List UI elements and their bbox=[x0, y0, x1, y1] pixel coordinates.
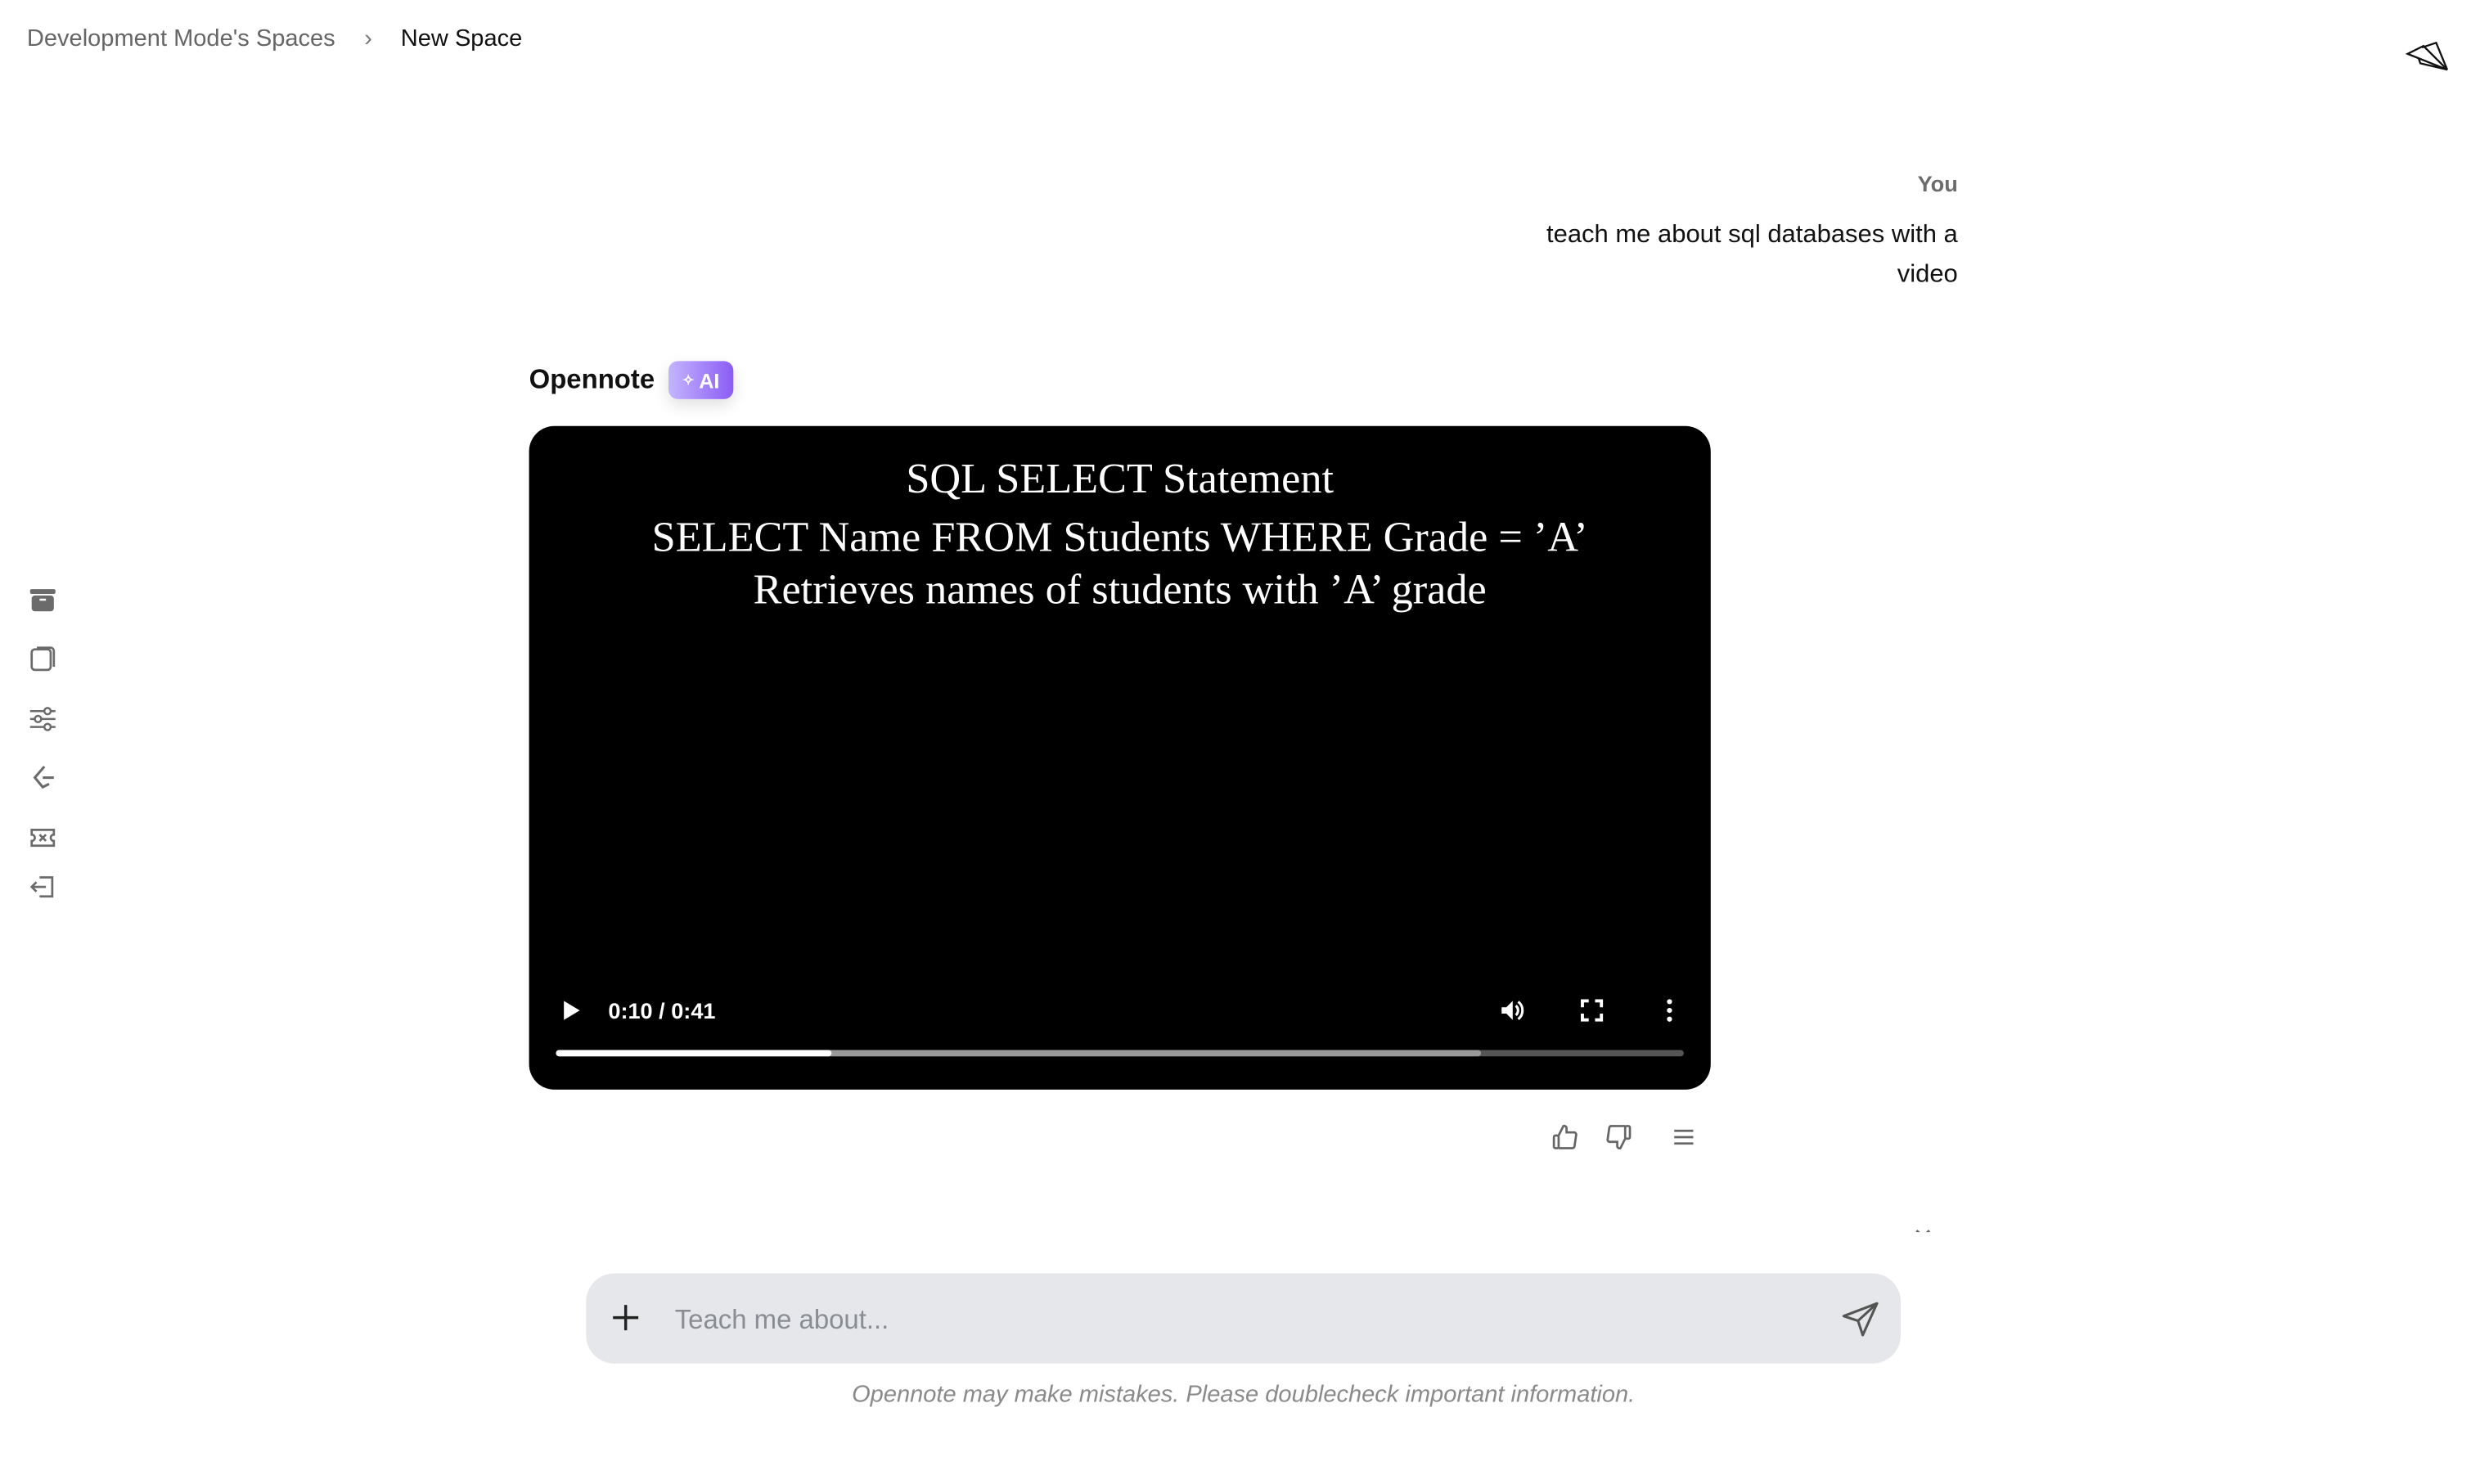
logout-icon[interactable] bbox=[27, 871, 59, 903]
notebook-icon[interactable] bbox=[27, 643, 59, 675]
archive-icon[interactable] bbox=[27, 584, 59, 616]
scroll-down-chevron-icon[interactable] bbox=[1914, 1223, 1933, 1233]
sparkle-icon: ✧ bbox=[682, 371, 695, 388]
video-line: Retrieves names of students with ’A’ gra… bbox=[753, 565, 1487, 614]
composer-input[interactable] bbox=[671, 1273, 1787, 1367]
video-line: SELECT Name FROM Students WHERE Grade = … bbox=[651, 513, 1588, 561]
video-time: 0:10 / 0:41 bbox=[608, 997, 716, 1023]
progress-slider[interactable] bbox=[556, 1050, 1684, 1057]
user-message: teach me about sql databases with a vide… bbox=[1546, 222, 1958, 289]
user-author: You bbox=[1917, 171, 1958, 197]
paper-plane-icon[interactable] bbox=[2405, 38, 2452, 75]
ticket-icon[interactable] bbox=[27, 822, 59, 854]
video-player[interactable]: SQL SELECT Statement SELECT Name FROM St… bbox=[529, 425, 1711, 1090]
add-attachment-button[interactable] bbox=[610, 1302, 641, 1333]
breadcrumb-current: New Space bbox=[400, 25, 523, 52]
volume-button[interactable] bbox=[1498, 996, 1527, 1033]
played-bar bbox=[556, 1050, 831, 1057]
eraser-icon[interactable] bbox=[27, 762, 59, 794]
sliders-icon[interactable] bbox=[27, 704, 59, 735]
disclaimer: Opennote may make mistakes. Please doubl… bbox=[852, 1381, 1636, 1409]
ai-badge: ✧ AI bbox=[668, 361, 734, 399]
send-button[interactable] bbox=[1841, 1298, 1882, 1339]
more-options-button[interactable] bbox=[1655, 996, 1684, 1033]
breadcrumb-parent[interactable]: Development Mode's Spaces bbox=[27, 25, 335, 52]
app: Development Mode's Spaces › New Space Yo… bbox=[0, 0, 2471, 1484]
bot-author: Opennote bbox=[529, 364, 655, 395]
menu-icon[interactable] bbox=[1669, 1123, 1698, 1160]
thumbs-down-icon[interactable] bbox=[1605, 1123, 1633, 1160]
fullscreen-button[interactable] bbox=[1578, 996, 1606, 1033]
thumbs-up-icon[interactable] bbox=[1551, 1123, 1579, 1160]
composer bbox=[586, 1273, 1902, 1367]
ai-badge-label: AI bbox=[699, 368, 720, 393]
play-button[interactable] bbox=[556, 996, 585, 1033]
video-title: SQL SELECT Statement bbox=[906, 454, 1335, 502]
breadcrumb-chevron-icon: › bbox=[364, 25, 372, 52]
